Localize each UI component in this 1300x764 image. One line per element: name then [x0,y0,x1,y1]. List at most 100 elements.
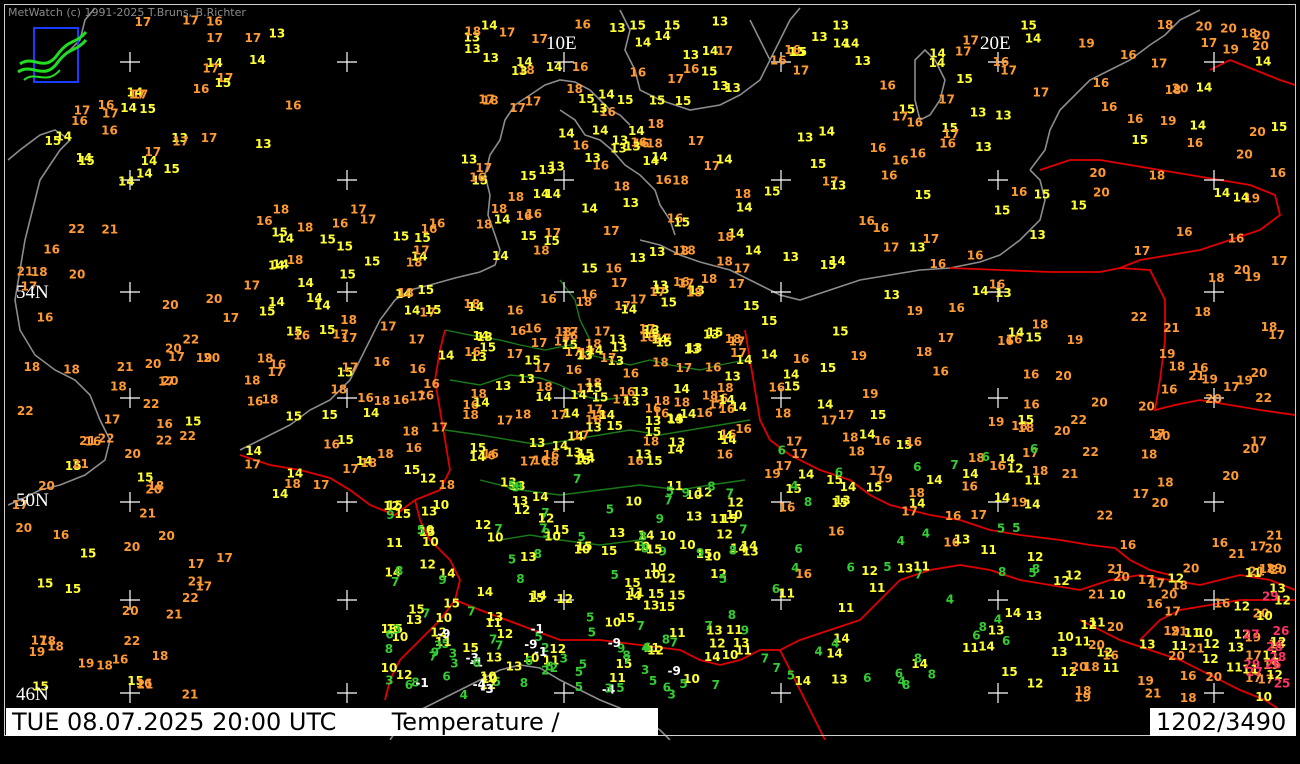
station-temperature: 20 [1236,147,1253,161]
station-temperature: 14 [1255,54,1272,68]
station-temperature: 13 [854,54,871,68]
station-temperature: 11 [778,587,795,601]
station-temperature: 5 [1012,521,1020,535]
station-temperature: 20 [1054,424,1071,438]
station-temperature: 13 [538,163,555,177]
station-temperature: 14 [972,284,989,298]
station-temperature: 18 [1180,691,1197,705]
station-temperature: 3 [605,681,613,695]
station-temperature: 16 [793,352,810,366]
station-temperature: 16 [1093,76,1110,90]
station-temperature: 16 [409,362,426,376]
station-temperature: 18 [1032,317,1049,331]
station-temperature: 12 [709,636,726,650]
station-temperature: 16 [510,324,527,338]
station-temperature: 14 [642,154,659,168]
station-temperature: 17 [734,261,751,275]
station-temperature: 20 [1222,469,1239,483]
station-temperature: 13 [506,660,523,674]
station-temperature: 20 [1055,369,1072,383]
station-temperature: 6 [525,654,533,668]
station-temperature: 16 [967,249,984,263]
station-temperature: 20 [1205,670,1222,684]
station-temperature: 13 [703,328,720,342]
station-temperature: 15 [80,547,97,561]
station-temperature: 17 [943,127,960,141]
station-temperature: 18 [686,285,703,299]
station-temperature: 3 [450,656,458,670]
station-temperature: 14 [578,452,595,466]
station-temperature: 21 [1163,321,1180,335]
station-temperature: 19 [1074,691,1091,705]
station-temperature: 14 [363,406,380,420]
station-temperature: 14 [598,88,615,102]
station-temperature: 7 [726,487,734,501]
station-temperature: 11 [980,543,997,557]
station-temperature: 4 [994,613,1002,627]
station-temperature: 4 [922,527,930,541]
station-temperature: 18 [643,435,660,449]
station-temperature: 18 [31,265,48,279]
station-temperature: 14 [297,276,314,290]
station-temperature: 16 [43,243,60,257]
station-temperature: 14 [1005,606,1022,620]
station-temperature: 16 [930,257,947,271]
station-temperature: 13 [643,323,660,337]
station-temperature: 14 [704,650,721,664]
station-temperature: 20 [122,604,139,618]
station-temperature: 19 [1078,37,1095,51]
station-temperature: 14 [544,187,561,201]
station-temperature: 4 [897,534,905,548]
station-temperature: 8 [385,642,393,656]
station-temperature: 20 [1089,166,1106,180]
station-temperature: 16 [423,377,440,391]
station-temperature: 15 [994,203,1011,217]
station-temperature: 16 [872,221,889,235]
station-temperature: 13 [954,533,971,547]
station-temperature: 16 [655,173,672,187]
station-temperature: 16 [525,207,542,221]
station-temperature: 19 [1163,624,1180,638]
station-temperature: 11 [838,601,855,615]
station-temperature: 28 [1270,650,1287,664]
station-temperature: 17 [600,351,617,365]
station-temperature: 21 [137,678,154,692]
station-temperature: 17 [838,408,855,422]
station-temperature: 17 [172,134,189,148]
station-temperature: 13 [811,30,828,44]
station-temperature: 8 [729,543,737,557]
station-temperature: 14 [141,154,158,168]
station-temperature: 10 [1196,626,1213,640]
station-temperature: 21 [139,507,156,521]
station-temperature: 14 [473,329,490,343]
station-temperature: 16 [1023,368,1040,382]
station-temperature: 18 [287,253,304,267]
station-temperature: 15 [764,185,781,199]
station-temperature: 15 [721,512,738,526]
station-temperature: 7 [422,607,430,621]
station-temperature: 18 [152,649,169,663]
station-temperature: 5 [586,610,594,624]
station-temperature: 14 [929,47,946,61]
station-temperature: 13 [834,493,851,507]
station-temperature: 19 [906,304,923,318]
station-temperature: 18 [735,187,752,201]
station-temperature: 22 [1255,391,1272,405]
station-temperature: 10 [435,611,452,625]
station-temperature: 17 [1223,380,1240,394]
station-temperature: 17 [603,224,620,238]
station-temperature: 18 [244,373,261,387]
station-temperature: 14 [654,29,671,43]
station-temperature: 18 [462,408,479,422]
station-temperature: 21 [1266,529,1283,543]
station-temperature: 29 [1262,590,1279,604]
station-temperature: 16 [828,524,845,538]
station-temperature: 18 [273,203,290,217]
station-temperature: 16 [622,366,639,380]
station-temperature: 21 [101,222,118,236]
station-temperature: 16 [1211,536,1228,550]
station-temperature: 14 [829,254,846,268]
station-temperature: 16 [53,528,70,542]
station-temperature: 14 [245,444,262,458]
station-temperature: 7 [712,678,720,692]
